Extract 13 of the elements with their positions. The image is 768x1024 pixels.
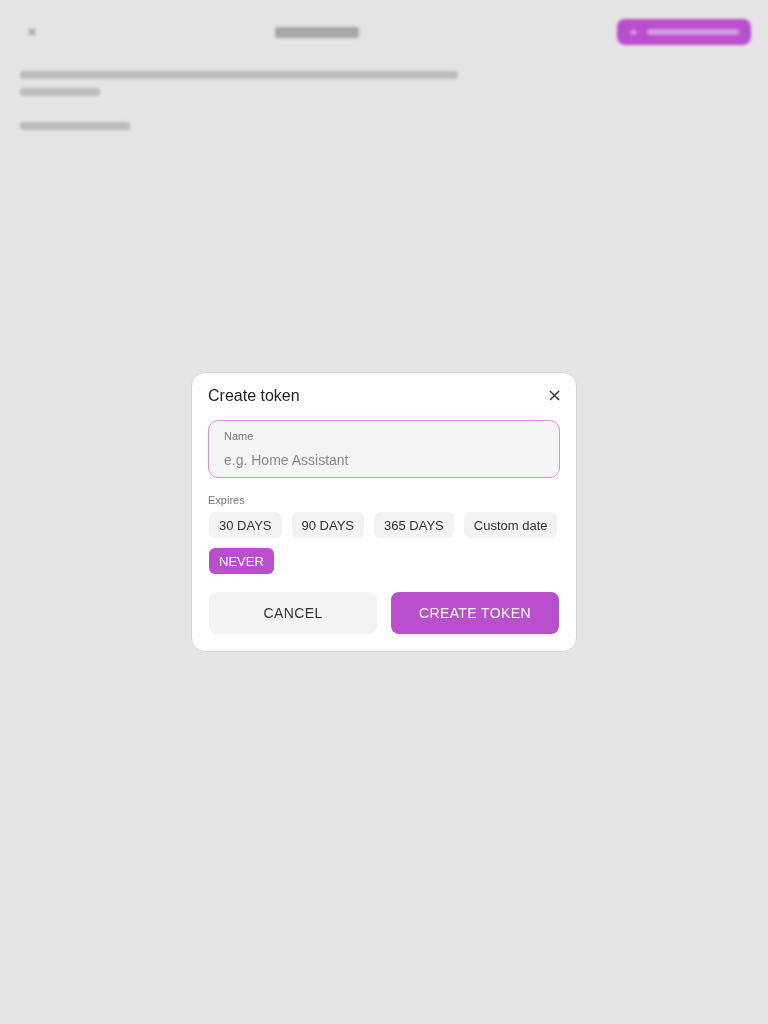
expiry-option[interactable]: 365 DAYS	[374, 512, 454, 538]
close-icon[interactable]	[549, 389, 560, 401]
plus-icon	[629, 27, 638, 37]
expiry-option[interactable]: NEVER	[209, 548, 274, 574]
expiry-option[interactable]: 30 DAYS	[209, 512, 282, 538]
create-token-button[interactable]: CREATE TOKEN	[391, 592, 559, 634]
field-label: Name	[224, 430, 254, 442]
blurred-button[interactable]	[617, 19, 751, 45]
expires-label: Expires	[208, 494, 245, 506]
dialog-title: Create token	[208, 387, 300, 405]
expiry-option[interactable]: 90 DAYS	[291, 512, 365, 538]
cancel-button[interactable]: CANCEL	[209, 592, 377, 634]
expiry-option[interactable]: Custom date	[463, 512, 558, 538]
